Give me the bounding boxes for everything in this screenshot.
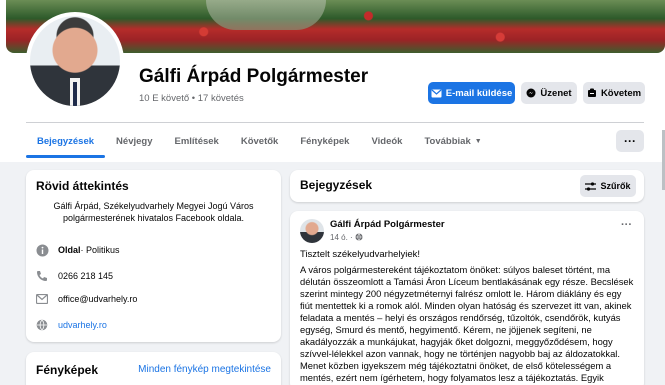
- follower-stats[interactable]: 10 E követő • 17 követés: [139, 93, 244, 104]
- tab-mentions-label: Említések: [174, 135, 219, 147]
- email-address[interactable]: office@udvarhely.ro: [58, 294, 137, 304]
- filter-label: Szűrők: [600, 181, 631, 191]
- intro-description: Gálfi Árpád, Székelyudvarhely Megyei Jog…: [53, 201, 254, 223]
- send-email-button[interactable]: E-mail küldése: [428, 82, 515, 104]
- chevron-down-icon: ▼: [474, 137, 482, 145]
- posts-title: Bejegyzések: [300, 178, 373, 192]
- tab-videos[interactable]: Videók: [360, 124, 413, 158]
- intro-card: Rövid áttekintés Gálfi Árpád, Székelyudv…: [26, 170, 281, 342]
- messenger-icon: [526, 88, 536, 98]
- post-date[interactable]: 14 ó. ·: [330, 233, 363, 242]
- following-label: Követem: [600, 87, 642, 99]
- intro-website-row: udvarhely.ro: [34, 317, 107, 333]
- message-button[interactable]: Üzenet: [521, 82, 577, 104]
- filter-icon: [585, 181, 597, 191]
- intro-phone-row: 0266 218 145: [34, 268, 113, 284]
- email-icon: [34, 291, 50, 307]
- photos-card: Fényképek Minden fénykép megtekintése: [26, 352, 281, 385]
- globe-icon: [34, 317, 50, 333]
- phone-number: 0266 218 145: [58, 271, 114, 281]
- following-icon: [587, 88, 596, 97]
- tab-followers-label: Követők: [240, 135, 279, 147]
- more-options-button[interactable]: ···: [616, 130, 644, 152]
- website-link[interactable]: udvarhely.ro: [58, 320, 107, 330]
- see-all-photos-link[interactable]: Minden fénykép megtekintése: [138, 364, 271, 375]
- page-tabs: Bejegyzések Névjegy Említések Követők Fé…: [26, 124, 493, 158]
- intro-title: Rövid áttekintés: [36, 179, 129, 193]
- photos-title: Fényképek: [36, 363, 99, 377]
- tab-posts-label: Bejegyzések: [37, 135, 95, 147]
- post-options-icon[interactable]: ···: [621, 219, 632, 231]
- intro-email-row: office@udvarhely.ro: [34, 291, 137, 307]
- tab-followers[interactable]: Követők: [230, 124, 289, 158]
- envelope-icon: [431, 89, 442, 97]
- avatar-tie: [73, 82, 77, 106]
- category-label: Oldal: [58, 245, 81, 255]
- post-card: Gálfi Árpád Polgármester 14 ó. · ··· Tis…: [290, 211, 644, 385]
- message-label: Üzenet: [540, 87, 572, 99]
- post-author[interactable]: Gálfi Árpád Polgármester: [330, 219, 445, 230]
- send-email-label: E-mail küldése: [445, 87, 513, 99]
- intro-category-row: Oldal · Politikus: [34, 242, 120, 258]
- globe-icon: [355, 233, 363, 241]
- tab-videos-label: Videók: [371, 135, 403, 147]
- tab-photos-label: Fényképek: [300, 135, 350, 147]
- tab-posts[interactable]: Bejegyzések: [26, 124, 106, 158]
- tab-more-label: Továbbiak: [424, 135, 471, 147]
- page-name[interactable]: Gálfi Árpád Polgármester: [139, 66, 368, 88]
- header-divider: [26, 122, 644, 123]
- post-author-avatar[interactable]: [300, 219, 324, 243]
- post-body: A város polgármestereként tájékoztatom ö…: [300, 264, 634, 385]
- filter-button[interactable]: Szűrők: [580, 175, 636, 197]
- tab-photos[interactable]: Fényképek: [289, 124, 360, 158]
- info-icon: [34, 242, 50, 258]
- tab-about-label: Névjegy: [116, 135, 153, 147]
- profile-avatar[interactable]: [26, 12, 124, 110]
- ellipsis-icon: ···: [624, 134, 636, 148]
- tab-mentions[interactable]: Említések: [163, 124, 229, 158]
- post-greeting: Tisztelt székelyudvarhelyiek!: [300, 249, 421, 260]
- phone-icon: [34, 268, 50, 284]
- post-timestamp: 14 ó. ·: [330, 233, 355, 242]
- tab-more[interactable]: Továbbiak ▼: [413, 124, 492, 158]
- profile-header: Gálfi Árpád Polgármester 10 E követő • 1…: [0, 0, 665, 162]
- tab-about[interactable]: Névjegy: [105, 124, 163, 158]
- posts-header-card: Bejegyzések Szűrők: [290, 170, 644, 202]
- category-value: · Politikus: [80, 245, 120, 255]
- following-button[interactable]: Követem: [583, 82, 645, 104]
